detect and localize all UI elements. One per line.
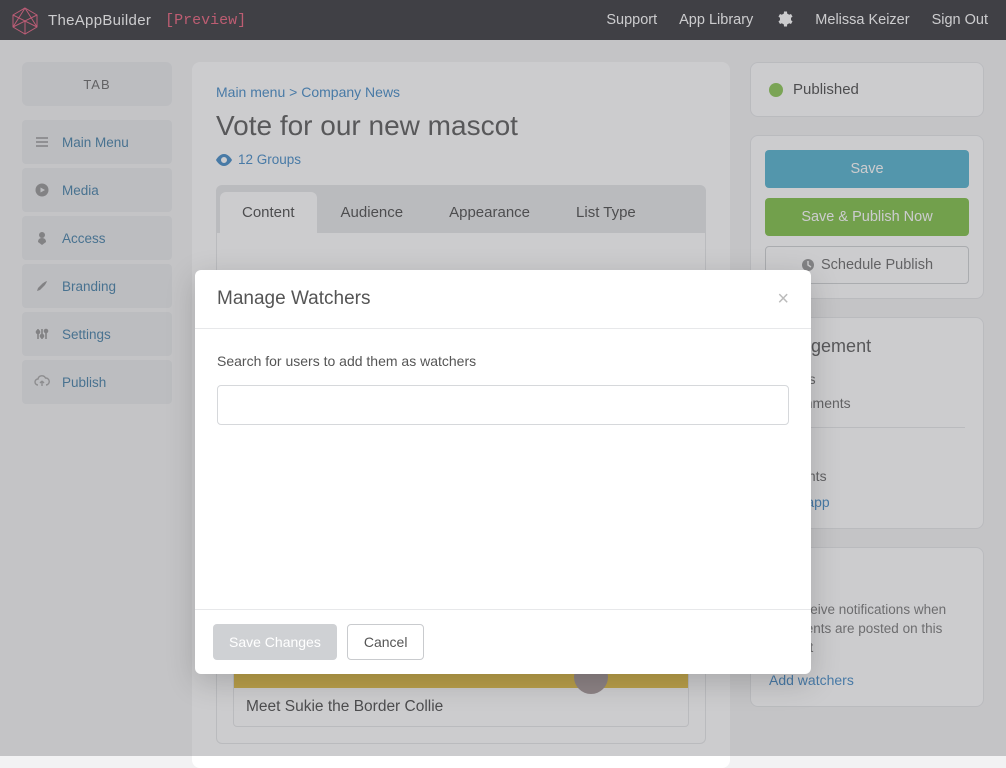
modal-footer: Save Changes Cancel	[195, 609, 811, 674]
modal-title: Manage Watchers	[217, 288, 370, 310]
modal-body: Search for users to add them as watchers	[195, 329, 811, 609]
close-icon[interactable]: ×	[777, 289, 789, 309]
manage-watchers-modal: Manage Watchers × Search for users to ad…	[195, 270, 811, 674]
watchers-search-input[interactable]	[217, 385, 789, 425]
modal-cancel-button[interactable]: Cancel	[347, 624, 425, 660]
modal-overlay[interactable]: Manage Watchers × Search for users to ad…	[0, 0, 1006, 756]
modal-save-button[interactable]: Save Changes	[213, 624, 337, 660]
modal-header: Manage Watchers ×	[195, 270, 811, 329]
search-label: Search for users to add them as watchers	[217, 353, 789, 369]
